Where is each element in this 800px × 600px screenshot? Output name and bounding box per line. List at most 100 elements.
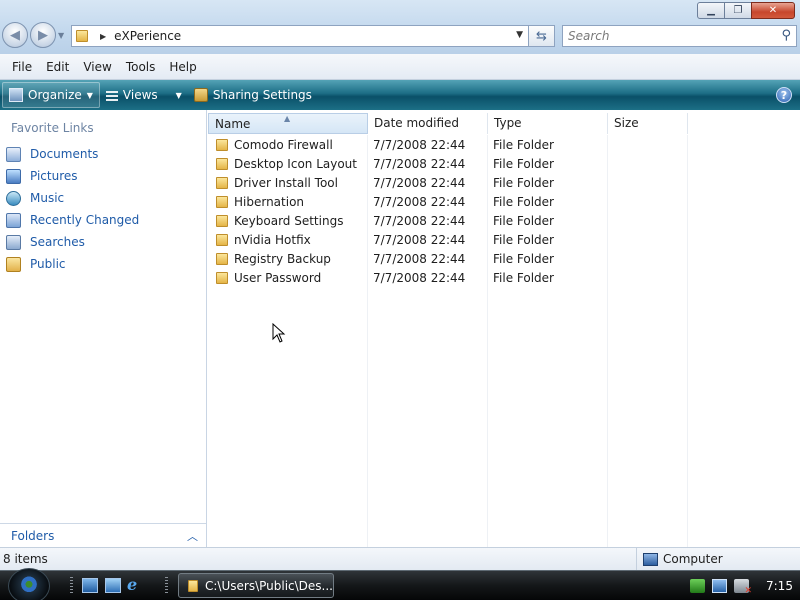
navigation-buttons: ◀ ▶ ▼ — [2, 22, 64, 48]
folder-icon — [216, 233, 228, 246]
table-row[interactable]: Comodo Firewall 7/7/2008 22:44 File Fold… — [208, 135, 607, 154]
folder-icon — [188, 579, 198, 592]
chevron-down-icon[interactable]: ▼ — [176, 91, 182, 100]
column-divider — [607, 135, 608, 547]
public-folder-icon — [6, 256, 21, 272]
file-name: Registry Backup — [234, 251, 331, 266]
organize-label: Organize — [28, 88, 82, 102]
favorite-link-label: Pictures — [30, 169, 78, 183]
favorite-link-public[interactable]: Public — [6, 253, 139, 275]
taskbar-grip[interactable] — [165, 577, 168, 595]
taskbar-explorer-window[interactable]: C:\Users\Public\Des... — [178, 573, 334, 598]
breadcrumb-current[interactable]: eXPerience — [114, 29, 181, 43]
menu-file[interactable]: File — [5, 60, 39, 74]
column-header-date-modified[interactable]: Date modified — [368, 113, 488, 134]
file-date: 7/7/2008 22:44 — [373, 270, 466, 285]
system-tray: 7:15 — [684, 571, 800, 600]
favorite-link-music[interactable]: Music — [6, 187, 139, 209]
sharing-icon — [193, 88, 208, 102]
folders-label: Folders — [11, 528, 55, 543]
table-row[interactable]: User Password 7/7/2008 22:44 File Folder — [208, 268, 607, 287]
zone-label: Computer — [663, 552, 723, 566]
file-name: nVidia Hotfix — [234, 232, 311, 247]
computer-icon — [643, 552, 658, 566]
clock[interactable]: 7:15 — [766, 579, 793, 593]
network-icon[interactable] — [690, 578, 705, 593]
navigation-pane: Favorite Links Documents Pictures Music … — [0, 110, 207, 547]
column-headers: ▲ Name Date modified Type Size — [208, 113, 688, 134]
show-desktop-icon[interactable] — [82, 578, 98, 593]
file-type: File Folder — [493, 270, 554, 285]
file-date: 7/7/2008 22:44 — [373, 194, 466, 209]
volume-muted-icon[interactable] — [734, 578, 752, 596]
forward-arrow-icon: ▶ — [38, 27, 48, 43]
folder-icon — [216, 138, 228, 151]
search-input[interactable] — [568, 29, 768, 43]
breadcrumb-arrow-icon[interactable]: ▶ — [100, 32, 106, 41]
folder-icon — [216, 271, 228, 284]
column-divider — [687, 135, 688, 547]
searches-icon — [6, 234, 21, 250]
file-name: Hibernation — [234, 194, 305, 209]
folder-icon — [216, 176, 228, 189]
title-bar: ▁ ❐ ✕ ◀ ▶ ▼ ▶ eXPerience ▼ ⇆ ⚲ — [0, 0, 800, 54]
refresh-button[interactable]: ⇆ — [529, 25, 555, 47]
column-header-size[interactable]: Size — [608, 113, 688, 134]
chevron-up-icon[interactable]: ︿ — [187, 528, 198, 544]
folders-toggle[interactable]: Folders ︿ — [0, 523, 206, 547]
column-header-type[interactable]: Type — [488, 113, 608, 134]
table-row[interactable]: nVidia Hotfix 7/7/2008 22:44 File Folder — [208, 230, 607, 249]
table-row[interactable]: Registry Backup 7/7/2008 22:44 File Fold… — [208, 249, 607, 268]
file-type: File Folder — [493, 232, 554, 247]
favorite-link-documents[interactable]: Documents — [6, 143, 139, 165]
column-header-name[interactable]: ▲ Name — [208, 113, 368, 134]
file-list: ▲ Name Date modified Type Size Comodo Fi… — [208, 110, 800, 547]
pictures-icon — [6, 168, 21, 184]
zone-indicator: Computer — [636, 548, 723, 570]
minimize-button[interactable]: ▁ — [697, 2, 725, 19]
display-icon[interactable] — [712, 578, 727, 593]
switch-windows-icon[interactable] — [105, 578, 121, 593]
taskbar-grip[interactable] — [70, 577, 73, 595]
sort-ascending-icon: ▲ — [284, 114, 291, 123]
refresh-icon: ⇆ — [536, 28, 547, 44]
folder-icon — [216, 252, 228, 265]
taskbar: e C:\Users\Public\Des... 7:15 — [0, 568, 800, 600]
help-button[interactable]: ? — [776, 87, 792, 103]
views-button[interactable]: Views ▼ — [100, 82, 188, 108]
file-type: File Folder — [493, 213, 554, 228]
menu-help[interactable]: Help — [162, 60, 203, 74]
chevron-down-icon: ▼ — [86, 90, 93, 100]
folder-icon — [216, 195, 228, 208]
maximize-button[interactable]: ❐ — [724, 2, 752, 19]
menu-tools[interactable]: Tools — [119, 60, 163, 74]
recent-pages-dropdown[interactable]: ▼ — [58, 31, 64, 40]
search-icon[interactable]: ⚲ — [781, 28, 791, 43]
favorite-link-recently-changed[interactable]: Recently Changed — [6, 209, 139, 231]
address-bar[interactable]: ▶ eXPerience ▼ — [71, 25, 529, 47]
table-row[interactable]: Desktop Icon Layout 7/7/2008 22:44 File … — [208, 154, 607, 173]
table-row[interactable]: Driver Install Tool 7/7/2008 22:44 File … — [208, 173, 607, 192]
forward-button[interactable]: ▶ — [30, 22, 56, 48]
file-type: File Folder — [493, 194, 554, 209]
favorite-link-label: Music — [30, 191, 65, 205]
file-type: File Folder — [493, 156, 554, 171]
menu-edit[interactable]: Edit — [39, 60, 76, 74]
address-dropdown-icon[interactable]: ▼ — [516, 30, 523, 40]
views-icon — [105, 89, 118, 101]
table-row[interactable]: Hibernation 7/7/2008 22:44 File Folder — [208, 192, 607, 211]
status-bar: 8 items Computer — [0, 547, 800, 570]
favorite-links-heading: Favorite Links — [11, 121, 94, 135]
file-name: Desktop Icon Layout — [234, 156, 357, 171]
organize-button[interactable]: Organize ▼ — [2, 82, 100, 108]
internet-explorer-icon[interactable]: e — [127, 577, 143, 593]
sharing-settings-button[interactable]: Sharing Settings — [188, 82, 318, 108]
menu-view[interactable]: View — [76, 60, 118, 74]
start-button[interactable] — [8, 568, 50, 600]
back-button[interactable]: ◀ — [2, 22, 28, 48]
favorite-link-searches[interactable]: Searches — [6, 231, 139, 253]
favorite-link-pictures[interactable]: Pictures — [6, 165, 139, 187]
close-button[interactable]: ✕ — [751, 2, 795, 19]
table-row[interactable]: Keyboard Settings 7/7/2008 22:44 File Fo… — [208, 211, 607, 230]
taskbar-window-title: C:\Users\Public\Des... — [205, 578, 333, 593]
